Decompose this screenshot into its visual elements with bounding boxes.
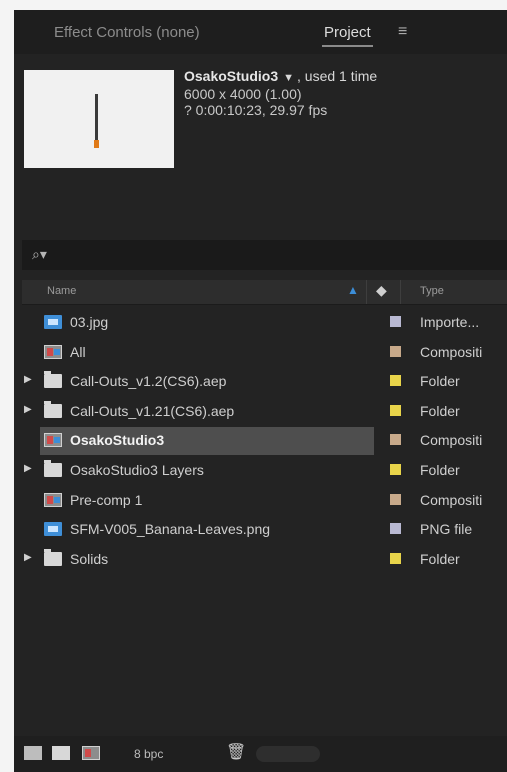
tab-project-label: Project	[324, 24, 371, 41]
label-color-swatch[interactable]	[390, 345, 401, 357]
project-item-row[interactable]: All Compositi	[22, 338, 507, 368]
label-color-swatch[interactable]	[390, 493, 401, 505]
item-name: SFM-V005_Banana-Leaves.png	[70, 521, 271, 538]
item-type: Compositi	[420, 432, 483, 449]
info-usage: , used 1 time	[297, 68, 378, 84]
item-name: Call-Outs_v1.21(CS6).aep	[70, 402, 235, 419]
label-color-swatch[interactable]	[390, 375, 401, 387]
label-color-swatch[interactable]	[390, 463, 401, 475]
item-info-area: OsakoStudio3 ▼, used 1 time 6000 x 4000 (…	[14, 54, 507, 240]
item-name: OsakoStudio3 Layers	[70, 461, 204, 478]
project-item-row[interactable]: Pre-comp 1 Compositi	[22, 486, 507, 516]
label-color-swatch[interactable]	[390, 404, 401, 416]
column-type-header[interactable]: Type	[420, 285, 444, 297]
active-tab-indicator	[322, 45, 373, 47]
usage-dropdown-icon[interactable]: ▼	[283, 72, 294, 84]
thumbnail-accent	[94, 140, 99, 148]
column-header: Name ▲ ◆ Type	[22, 280, 507, 305]
info-dimensions: 6000 x 4000 (1.00)	[184, 86, 302, 102]
project-item-row[interactable]: SFM-V005_Banana-Leaves.png PNG file	[22, 515, 507, 545]
project-item-row[interactable]: ▶ Call-Outs_v1.21(CS6).aep Folder	[22, 397, 507, 427]
item-name: 03.jpg	[70, 314, 109, 330]
search-input[interactable]	[56, 244, 500, 266]
item-type: Folder	[420, 461, 460, 478]
item-name: Solids	[70, 550, 109, 567]
comp-icon	[44, 492, 62, 507]
project-item-row[interactable]: ▶ Call-Outs_v1.2(CS6).aep Folder	[22, 367, 507, 397]
expand-arrow-icon[interactable]: ▶	[24, 552, 32, 563]
project-item-list: 03.jpg Importe... All Compositi ▶ Call-Outs_v…	[22, 308, 507, 574]
label-color-swatch[interactable]	[390, 316, 401, 327]
folder-icon	[44, 400, 62, 418]
trash-icon[interactable]: 🗑	[226, 742, 246, 762]
item-type: Folder	[420, 402, 460, 419]
item-type: Compositi	[420, 343, 483, 360]
search-icon[interactable]: ⌕▾	[32, 246, 47, 263]
expand-arrow-icon[interactable]: ▶	[24, 374, 32, 385]
info-comp-name: OsakoStudio3	[184, 68, 279, 84]
comp-thumbnail	[24, 70, 174, 168]
thumbnail-figure	[95, 94, 98, 142]
column-divider[interactable]	[400, 280, 401, 304]
folder-icon	[44, 459, 62, 477]
file-icon	[44, 522, 62, 537]
expand-arrow-icon[interactable]: ▶	[24, 463, 32, 474]
item-type: Folder	[420, 550, 460, 567]
comp-icon	[44, 344, 62, 359]
panel-tab-bar: Effect Controls (none) Project ≡	[14, 10, 507, 55]
info-duration: ? 0:00:10:23, 29.97 fps	[184, 102, 328, 118]
comp-icon	[44, 433, 62, 448]
label-color-swatch[interactable]	[390, 523, 401, 535]
sort-ascending-icon[interactable]: ▲	[347, 283, 359, 297]
panel-menu-icon[interactable]: ≡	[398, 23, 407, 41]
project-item-row[interactable]: ▶ Solids Folder	[22, 545, 507, 575]
item-name: All	[70, 343, 86, 360]
new-composition-icon[interactable]	[82, 746, 100, 760]
item-type: Compositi	[420, 491, 483, 508]
search-bar: ⌕▾	[22, 240, 507, 270]
expand-arrow-icon[interactable]: ▶	[24, 404, 32, 415]
item-type: PNG file	[420, 521, 473, 538]
item-type: Importe...	[420, 314, 480, 330]
label-tag-icon[interactable]: ◆	[376, 282, 387, 299]
folder-icon	[44, 548, 62, 566]
thumbnail-size-slider[interactable]	[256, 746, 320, 762]
project-panel: Effect Controls (none) Project ≡ OsakoSt…	[14, 10, 507, 772]
project-item-row[interactable]: ▶ OsakoStudio3 Layers Folder	[22, 456, 507, 486]
panel-footer: 8 bpc 🗑	[14, 736, 507, 772]
folder-icon	[44, 371, 62, 389]
item-name: OsakoStudio3	[70, 432, 165, 449]
item-name: Call-Outs_v1.2(CS6).aep	[70, 373, 227, 390]
column-name-header[interactable]: Name	[47, 285, 76, 297]
file-icon	[44, 315, 62, 329]
interpret-footage-icon[interactable]	[24, 746, 42, 760]
new-folder-icon[interactable]	[52, 746, 70, 760]
tab-effect-controls[interactable]: Effect Controls (none)	[54, 24, 200, 41]
column-divider[interactable]	[366, 280, 367, 304]
bit-depth-button[interactable]: 8 bpc	[134, 747, 163, 761]
project-item-row[interactable]: OsakoStudio3 Compositi	[22, 426, 507, 456]
item-name: Pre-comp 1	[70, 491, 143, 508]
label-color-swatch[interactable]	[390, 552, 401, 564]
label-color-swatch[interactable]	[390, 434, 401, 446]
tab-project[interactable]: Project	[322, 24, 373, 47]
item-type: Folder	[420, 373, 460, 390]
project-item-row[interactable]: 03.jpg Importe...	[22, 308, 507, 338]
item-info-text: OsakoStudio3 ▼, used 1 time 6000 x 4000 (…	[184, 68, 377, 118]
